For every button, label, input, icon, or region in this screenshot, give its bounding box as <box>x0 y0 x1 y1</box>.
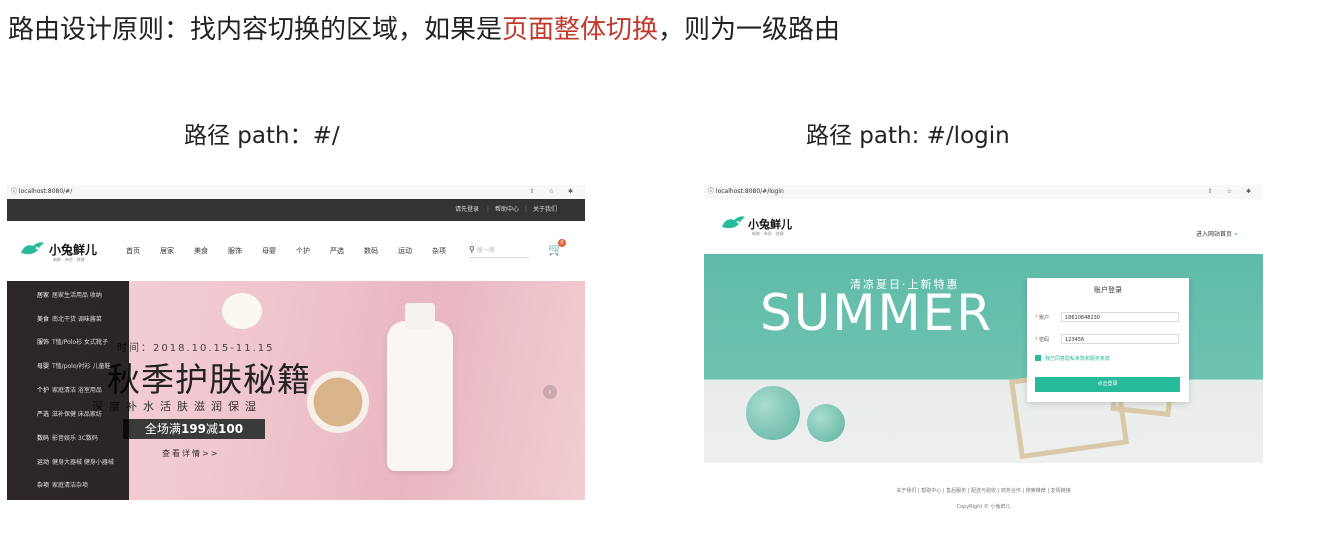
url-bar[interactable]: ⓘ localhost:8080/#/login <box>708 185 784 199</box>
password-label: * 密码 <box>1035 337 1050 343</box>
logo-subtitle: 新鲜 · 亲民 · 快捷 <box>752 231 784 236</box>
rabbit-logo-icon[interactable] <box>720 213 746 231</box>
nav-item-select[interactable]: 严选 <box>330 221 344 281</box>
heading-suffix: ，则为一级路由 <box>658 15 841 45</box>
browser-icons[interactable]: ⇧ ☆ ✱ <box>530 185 579 199</box>
category-item[interactable]: 居家 居家生活用品 收纳 <box>37 290 102 299</box>
cart-badge: 0 <box>558 239 566 247</box>
promo-time: 时间：2018.10.15-11.15 <box>117 343 275 354</box>
logo-title: 小兔鲜儿 <box>748 218 792 231</box>
search-input[interactable]: ⚲ 搜一搜 <box>469 243 529 258</box>
page-heading: 路由设计原则：找内容切换的区域，如果是页面整体切换，则为一级路由 <box>8 12 840 48</box>
ball-large-image <box>746 386 800 440</box>
search-icon: ⚲ <box>469 245 475 254</box>
nav-item-food[interactable]: 美食 <box>194 221 208 281</box>
heading-prefix: 路由设计原则：找内容切换的区域，如果是 <box>8 15 503 45</box>
left-caption: 路径 path：#/ <box>184 123 340 149</box>
topnav-divider: | <box>487 206 490 213</box>
nav-item-care[interactable]: 个护 <box>296 221 310 281</box>
hero-banner[interactable]: 时间：2018.10.15-11.15 秋季护肤秘籍 深度补水活肤滋润保湿 全场… <box>7 281 585 500</box>
category-item[interactable]: 数码 影音娱乐 3C数码 <box>37 433 98 442</box>
enter-home-link[interactable]: 进入网站首页 » <box>1196 229 1238 238</box>
browser-icons[interactable]: ⇧ ☆ ✱ <box>1208 185 1257 199</box>
url-bar[interactable]: ⓘ localhost:8080/#/ <box>11 185 72 199</box>
login-header: 小兔鲜儿 新鲜 · 亲民 · 快捷 进入网站首页 » <box>704 199 1263 254</box>
category-item[interactable]: 严选 滋补保健 床品家纺 <box>37 409 102 418</box>
login-form: 账户登录 * 账户 18610848230 * 密码 123456 我已同意隐私… <box>1027 278 1189 402</box>
login-screenshot: ⓘ localhost:8080/#/login ⇧ ☆ ✱ 小兔鲜儿 新鲜 ·… <box>704 185 1263 515</box>
password-field[interactable]: 123456 <box>1061 334 1179 344</box>
nav-item-sports[interactable]: 运动 <box>398 221 412 281</box>
category-item[interactable]: 母婴 T恤/polo/衬衫 儿童鞋 <box>37 361 110 370</box>
flower-image <box>222 293 262 329</box>
double-chevron-icon: » <box>1233 231 1238 238</box>
site-header: 小兔鲜儿 新鲜 · 亲民 · 快捷 首页 居家 美食 服饰 母婴 个护 严选 数… <box>7 221 585 281</box>
category-menu: 居家 居家生活用品 收纳 美食 南北干货 调味酱菜 服饰 T恤/Polo衫 女式靴子 … <box>7 281 129 500</box>
summer-banner: 清凉夏日·上新特惠 SUMMER 账户登录 * 账户 18610848230 *… <box>704 254 1263 463</box>
bottle-image <box>387 321 453 471</box>
agree-checkbox[interactable] <box>1035 355 1041 361</box>
heading-highlight: 页面整体切换 <box>502 15 659 45</box>
bottle-cap <box>405 303 435 329</box>
topnav-divider: | <box>525 206 528 213</box>
topnav-help-link[interactable]: 帮助中心 <box>495 199 519 221</box>
top-nav: 请先登录 | 帮助中心 | 关于我们 <box>7 199 585 221</box>
logo-title: 小兔鲜儿 <box>49 243 98 257</box>
promo-more-link[interactable]: 查看详情>> <box>162 448 219 459</box>
logo-subtitle: 新鲜 · 亲民 · 快捷 <box>53 257 85 262</box>
nav-item-home-living[interactable]: 居家 <box>160 221 174 281</box>
category-item[interactable]: 杂项 家庭清洁杂项 <box>37 480 88 489</box>
topnav-login-link[interactable]: 请先登录 <box>455 199 479 221</box>
nav-item-apparel[interactable]: 服饰 <box>228 221 242 281</box>
category-item[interactable]: 个护 家庭清洁 浴室用品 <box>37 385 102 394</box>
nav-item-digital[interactable]: 数码 <box>364 221 378 281</box>
rabbit-logo-icon[interactable] <box>19 239 45 257</box>
agree-text: 我已同意隐私条款和服务条款 <box>1045 356 1111 362</box>
footer-links[interactable]: 关于我们 | 帮助中心 | 售后服务 | 配送与验收 | 商务合作 | 搜索推荐… <box>704 487 1263 494</box>
category-item[interactable]: 运动 健身大器械 健身小器械 <box>37 457 114 466</box>
login-button[interactable]: 点击登录 <box>1035 377 1180 392</box>
category-item[interactable]: 服饰 T恤/Polo衫 女式靴子 <box>37 337 108 346</box>
nav-item-baby[interactable]: 母婴 <box>262 221 276 281</box>
promo-title: 秋季护肤秘籍 <box>107 360 311 399</box>
nav-item-misc[interactable]: 杂项 <box>432 221 446 281</box>
banner-big-text: SUMMER <box>760 284 993 342</box>
browser-bar: ⓘ localhost:8080/#/login ⇧ ☆ ✱ <box>704 185 1263 200</box>
copyright: CopyRight © 小兔鲜儿 <box>956 504 1011 510</box>
coffee-cup-image <box>307 371 369 433</box>
login-title: 账户登录 <box>1094 286 1122 294</box>
topnav-about-link[interactable]: 关于我们 <box>533 199 557 221</box>
nav-item-home[interactable]: 首页 <box>126 221 140 281</box>
carousel-next-button[interactable]: › <box>543 385 557 399</box>
account-label: * 账户 <box>1035 315 1050 321</box>
home-screenshot: ⓘ localhost:8080/#/ ⇧ ☆ ✱ 请先登录 | 帮助中心 | … <box>7 185 585 500</box>
account-field[interactable]: 18610848230 <box>1061 312 1179 322</box>
category-item[interactable]: 美食 南北干货 调味酱菜 <box>37 314 102 323</box>
browser-bar: ⓘ localhost:8080/#/ ⇧ ☆ ✱ <box>7 185 585 200</box>
right-caption: 路径 path: #/login <box>806 123 1010 149</box>
promo-deal: 全场满199减100 <box>123 419 265 439</box>
ball-small-image <box>807 404 845 442</box>
